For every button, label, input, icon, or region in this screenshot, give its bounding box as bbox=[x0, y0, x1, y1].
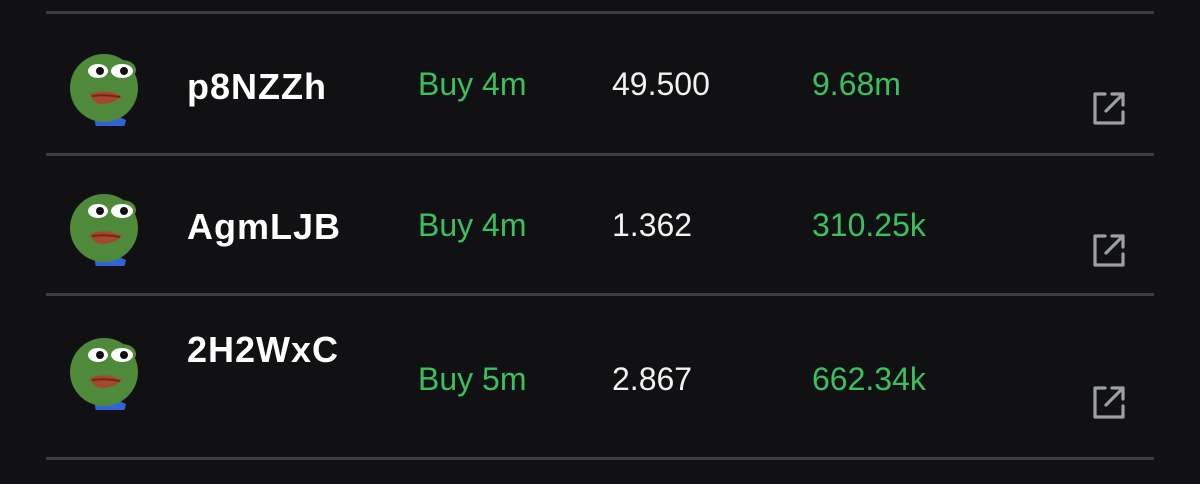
trade-row: p8NZZh Buy 4m 49.500 9.68m bbox=[0, 0, 1200, 156]
trade-value: 310.25k bbox=[812, 207, 926, 243]
trader-name[interactable]: p8NZZh bbox=[187, 63, 377, 111]
pepe-frog-avatar bbox=[66, 42, 150, 126]
trade-value: 662.34k bbox=[812, 361, 926, 397]
trader-name[interactable]: 2H2WxC bbox=[187, 326, 357, 374]
trade-amount: 2.867 bbox=[612, 361, 693, 397]
trade-row: AgmLJB Buy 4m 1.362 310.25k bbox=[0, 156, 1200, 294]
trade-row: 2H2WxC Buy 5m 2.867 662.34k bbox=[0, 296, 1200, 460]
pepe-frog-avatar bbox=[66, 182, 150, 266]
trade-action: Buy 4m bbox=[418, 66, 527, 102]
trade-amount: 1.362 bbox=[612, 207, 693, 243]
row-divider bbox=[46, 457, 1154, 460]
trade-action: Buy 4m bbox=[418, 207, 527, 243]
external-link-icon[interactable] bbox=[1090, 384, 1128, 422]
trade-amount: 49.500 bbox=[612, 66, 710, 102]
trader-name[interactable]: AgmLJB bbox=[187, 203, 377, 251]
external-link-icon[interactable] bbox=[1090, 232, 1128, 270]
trade-value: 9.68m bbox=[812, 66, 901, 102]
external-link-icon[interactable] bbox=[1090, 90, 1128, 128]
trade-action: Buy 5m bbox=[418, 361, 527, 397]
pepe-frog-avatar bbox=[66, 326, 150, 410]
